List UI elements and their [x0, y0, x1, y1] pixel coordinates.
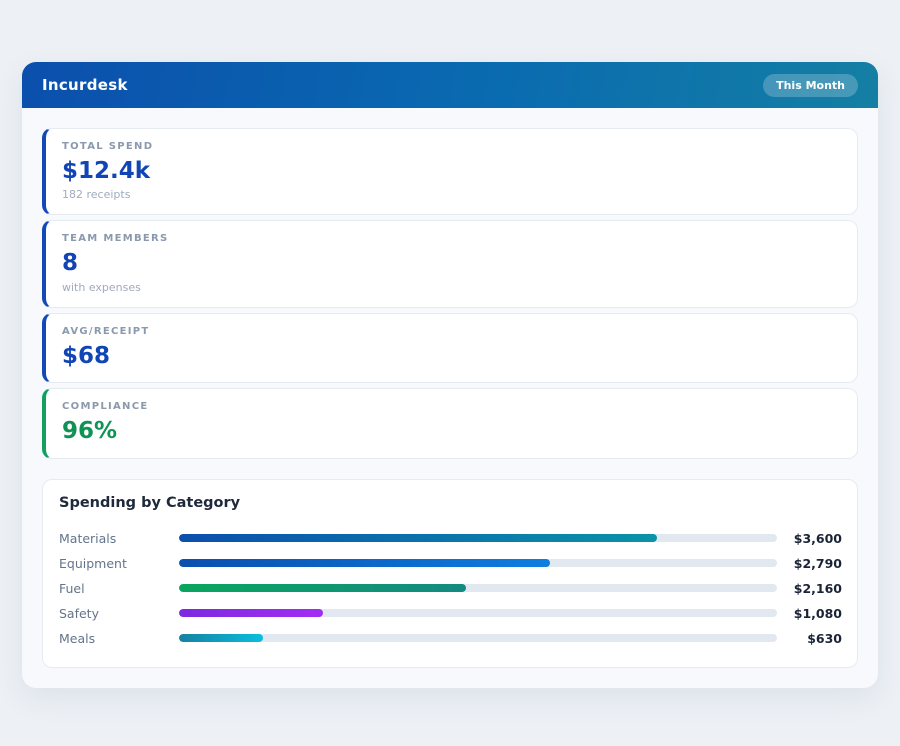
category-value: $630 [807, 630, 842, 646]
category-value: $3,600 [793, 530, 842, 546]
chart-title: Spending by Category [59, 494, 241, 511]
period-badge[interactable]: This Month [763, 73, 858, 97]
spending-by-category-card: Spending by Category Materials $3,600 Equi… [42, 478, 858, 668]
category-bar-fill [179, 634, 263, 643]
category-row: Safety $1,080 [59, 601, 842, 626]
stat-value: $12.4k [62, 158, 151, 184]
category-row: Equipment $2,790 [59, 551, 842, 576]
category-bar-fill [179, 534, 658, 543]
stat-card-compliance: COMPLIANCE 96% [42, 388, 858, 459]
category-bar-track [179, 634, 777, 643]
app-header: Incurdesk This Month [22, 62, 878, 108]
stat-subtext: with expenses [62, 280, 141, 294]
category-bar-fill [179, 609, 323, 618]
stat-card-avg-receipt: AVG/RECEIPT $68 [42, 312, 858, 384]
category-bar-track [179, 534, 777, 543]
category-label: Safety [59, 605, 99, 621]
category-bar-track [179, 609, 777, 618]
category-row: Fuel $2,160 [59, 576, 842, 601]
category-label: Materials [59, 530, 117, 546]
stat-card-total-spend: TOTAL SPEND $12.4k 182 receipts [42, 128, 858, 216]
stat-value: 8 [62, 250, 79, 277]
stat-label: TOTAL SPEND [62, 141, 154, 152]
stat-label: TEAM MEMBERS [62, 233, 169, 245]
stat-label: COMPLIANCE [62, 401, 149, 413]
category-bar-fill [179, 584, 467, 593]
category-bar-track [179, 584, 777, 593]
category-value: $2,790 [793, 555, 842, 571]
stat-value: 96% [62, 418, 118, 445]
stat-label: AVG/RECEIPT [62, 325, 150, 337]
dashboard-panel: Incurdesk This Month TOTAL SPEND $12.4k … [22, 62, 878, 688]
category-bar-track [179, 559, 777, 568]
panel-body: TOTAL SPEND $12.4k 182 receipts TEAM MEM… [22, 108, 878, 688]
stat-card-team-members: TEAM MEMBERS 8 with expenses [42, 220, 858, 308]
stat-value: $68 [62, 342, 111, 369]
category-label: Equipment [59, 555, 127, 571]
category-label: Fuel [59, 580, 85, 596]
category-row: Meals $630 [59, 626, 842, 651]
category-bar-fill [179, 559, 550, 568]
stat-subtext: 182 receipts [62, 188, 131, 202]
category-row: Materials $3,600 [59, 526, 842, 551]
category-value: $2,160 [793, 580, 842, 596]
category-value: $1,080 [793, 605, 842, 621]
category-rows: Materials $3,600 Equipment $2,790 Fuel $2,160… [59, 526, 842, 651]
category-label: Meals [59, 630, 96, 646]
app-title: Incurdesk [42, 76, 128, 94]
